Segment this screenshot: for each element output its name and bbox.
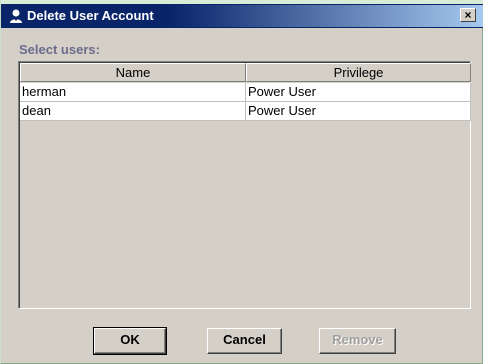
close-button[interactable]: × [460,8,476,22]
ok-button[interactable]: OK [93,327,167,355]
remove-button[interactable]: Remove [319,328,396,354]
cell-name: herman [20,83,246,102]
user-icon [8,8,24,24]
title-bar-fill: Delete User Account × [1,5,483,27]
table-header: Name Privilege [20,63,471,82]
cell-privilege: Power User [246,102,471,121]
cell-privilege: Power User [246,83,471,102]
table-row[interactable]: dean Power User [20,102,471,121]
window-title: Delete User Account [27,8,154,23]
table-row[interactable]: herman Power User [20,83,471,102]
dialog-window: Delete User Account × Select users: Name… [0,0,483,364]
column-header-privilege[interactable]: Privilege [246,63,471,82]
cancel-button[interactable]: Cancel [207,328,282,354]
cell-name: dean [20,102,246,121]
title-bar[interactable]: Delete User Account × [1,0,483,28]
close-icon: × [464,8,472,22]
select-users-label: Select users: [19,42,100,57]
column-header-name[interactable]: Name [20,63,246,82]
users-table[interactable]: Name Privilege herman Power User dean Po… [18,61,471,309]
users-table-viewport: Name Privilege herman Power User dean Po… [19,62,471,308]
